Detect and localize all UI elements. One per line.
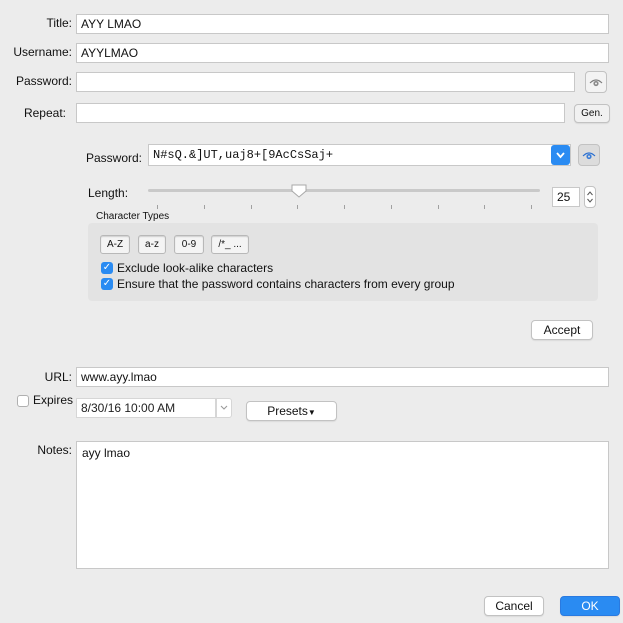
repeat-field[interactable] — [76, 103, 565, 123]
length-field[interactable]: 25 — [552, 187, 580, 207]
slider-tick — [344, 205, 345, 209]
eye-icon — [582, 152, 596, 160]
length-slider-knob[interactable] — [291, 184, 307, 198]
stepper-icon — [587, 191, 593, 203]
cancel-button[interactable]: Cancel — [484, 596, 544, 616]
slider-tick — [203, 205, 205, 209]
notes-label: Notes: — [37, 443, 72, 457]
gen-password-dropdown[interactable] — [551, 145, 570, 165]
expires-date-field[interactable]: 8/30/16 10:00 AM — [76, 398, 216, 418]
title-field[interactable]: AYY LMAO — [76, 14, 609, 34]
presets-button[interactable]: Presets▼ — [246, 401, 337, 421]
gen-password-field[interactable]: N#sQ.&]UT,uaj8+[9AcCsSaj+ — [148, 144, 571, 166]
ok-button[interactable]: OK — [560, 596, 620, 616]
eye-icon — [589, 79, 603, 87]
slider-tick — [157, 205, 158, 209]
exclude-lookalike-label: Exclude look-alike characters — [117, 261, 274, 275]
slider-tick — [390, 205, 392, 209]
chevron-down-icon — [556, 152, 565, 159]
reveal-generated-button[interactable] — [578, 144, 600, 166]
character-types-label: Character Types — [96, 211, 170, 222]
reveal-password-button[interactable] — [585, 71, 607, 93]
expires-checkbox[interactable] — [17, 395, 29, 407]
triangle-down-icon: ▼ — [307, 408, 316, 417]
slider-tick — [297, 205, 299, 209]
password-field[interactable] — [76, 72, 575, 92]
slider-tick — [250, 205, 252, 209]
accept-button[interactable]: Accept — [531, 320, 593, 340]
slider-tick — [484, 205, 486, 209]
gen-button[interactable]: Gen. — [574, 104, 610, 123]
chevron-down-icon — [220, 405, 228, 410]
slider-tick — [531, 205, 532, 209]
expires-label: Expires — [33, 393, 74, 407]
char-type-digits[interactable]: 0-9 — [174, 235, 204, 254]
every-group-checkbox[interactable]: ✓ — [101, 278, 113, 290]
exclude-lookalike-checkbox[interactable]: ✓ — [101, 262, 113, 274]
every-group-label: Ensure that the password contains charac… — [117, 277, 455, 291]
username-field[interactable]: AYYLMAO — [76, 43, 609, 63]
url-field[interactable]: www.ayy.lmao — [76, 367, 609, 387]
password-label: Password: — [15, 74, 72, 88]
char-type-lowercase[interactable]: a-z — [138, 235, 166, 254]
expires-date-dropdown[interactable] — [216, 398, 232, 418]
username-label: Username: — [13, 45, 72, 59]
char-type-uppercase[interactable]: A-Z — [100, 235, 130, 254]
slider-tick — [437, 205, 439, 209]
url-label: URL: — [44, 370, 72, 384]
gen-password-label: Password: — [85, 151, 142, 165]
repeat-label: Repeat: — [23, 106, 66, 120]
char-type-special[interactable]: /*_ ... — [211, 235, 249, 254]
length-label: Length: — [88, 186, 129, 200]
notes-field[interactable]: ayy lmao — [76, 441, 609, 569]
length-slider-track — [148, 189, 540, 192]
length-stepper[interactable] — [584, 186, 596, 208]
slider-knob-icon — [291, 184, 307, 198]
presets-button-label: Presets — [267, 404, 308, 418]
title-label: Title: — [46, 16, 72, 30]
